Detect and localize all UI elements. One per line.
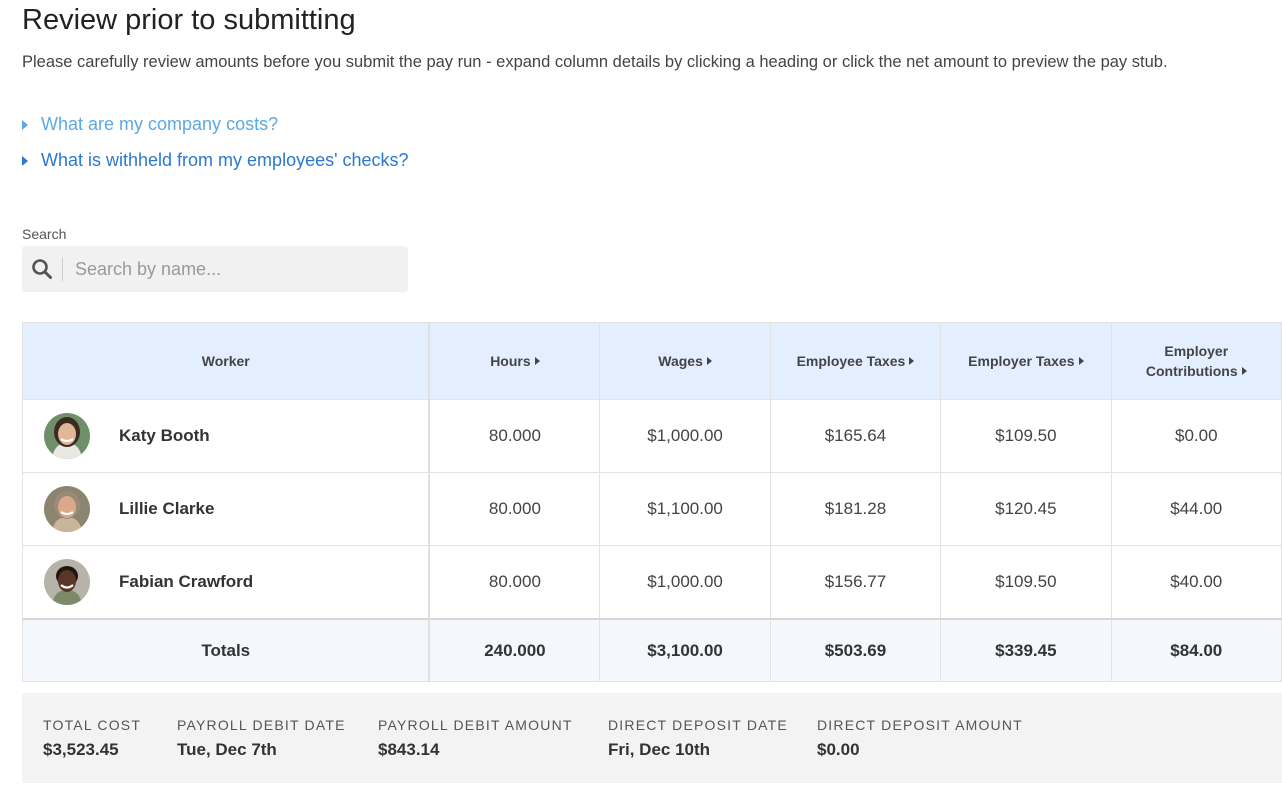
summary-payroll-debit-amount: PAYROLL DEBIT AMOUNT $843.14: [378, 717, 573, 760]
worker-cell: Lillie Clarke: [22, 472, 431, 546]
hours-cell: 80.000: [428, 399, 601, 473]
company-costs-link[interactable]: What are my company costs?: [41, 114, 278, 135]
worker-name: Lillie Clarke: [119, 499, 215, 518]
header-hours[interactable]: Hours: [428, 322, 601, 400]
search-box[interactable]: [22, 246, 408, 292]
expand-caret-icon: [1078, 357, 1084, 365]
search-label: Search: [22, 226, 67, 242]
pay-run-table: Worker Hours Wages Employee Taxes Employ…: [22, 322, 1282, 682]
summary-direct-deposit-date: DIRECT DEPOSIT DATE Fri, Dec 10th: [608, 717, 788, 760]
header-worker: Worker: [22, 322, 431, 400]
header-employee-taxes[interactable]: Employee Taxes: [769, 322, 942, 400]
totals-label: Totals: [22, 618, 431, 682]
search-icon: [22, 257, 63, 281]
employee-taxes-cell: $181.28: [769, 472, 942, 546]
total-cost-label: TOTAL COST: [43, 717, 142, 733]
wages-cell: $1,000.00: [599, 399, 771, 473]
header-employer-contributions[interactable]: Employer Contributions: [1110, 322, 1282, 400]
expand-caret-icon: [1241, 367, 1247, 375]
employer-taxes-cell: $120.45: [940, 472, 1112, 546]
worker-name: Fabian Crawford: [119, 572, 254, 591]
totals-hours: 240.000: [428, 618, 601, 682]
header-hours-label: Hours: [490, 353, 531, 369]
table-row: Fabian Crawford 80.000 $1,000.00 $156.77…: [22, 545, 1282, 620]
avatar: [44, 486, 90, 532]
search-input[interactable]: [73, 257, 397, 281]
totals-wages: $3,100.00: [599, 618, 771, 682]
wages-cell: $1,000.00: [599, 545, 771, 620]
expand-caret-icon: [534, 357, 540, 365]
summary-direct-deposit-amount: DIRECT DEPOSIT AMOUNT $0.00: [817, 717, 1023, 760]
caret-right-icon: [22, 119, 28, 130]
page-subtitle: Please carefully review amounts before y…: [22, 53, 1168, 71]
worker-name: Katy Booth: [119, 426, 210, 445]
payroll-debit-date-label: PAYROLL DEBIT DATE: [177, 717, 346, 733]
header-employer-contributions-label: Contributions: [1145, 363, 1238, 379]
hours-cell: 80.000: [428, 545, 601, 620]
header-employer-taxes-label: Employer Taxes: [968, 353, 1075, 369]
summary-total-cost: TOTAL COST $3,523.45: [43, 717, 141, 760]
employer-contributions-cell: $44.00: [1110, 472, 1282, 546]
header-employer-contributions-label: Employer: [1164, 343, 1229, 359]
direct-deposit-date-label: DIRECT DEPOSIT DATE: [608, 717, 788, 733]
withheld-disclosure[interactable]: What is withheld from my employees' chec…: [22, 150, 409, 171]
payroll-debit-date-value: Tue, Dec 7th: [177, 740, 277, 759]
page-title: Review prior to submitting: [22, 4, 356, 36]
avatar: [44, 413, 90, 459]
totals-employer-taxes: $339.45: [940, 618, 1112, 682]
table-header-row: Worker Hours Wages Employee Taxes Employ…: [22, 322, 1282, 400]
employer-taxes-cell: $109.50: [940, 545, 1112, 620]
employee-taxes-cell: $156.77: [769, 545, 942, 620]
employer-contributions-cell: $40.00: [1110, 545, 1282, 620]
total-cost-value: $3,523.45: [43, 740, 119, 759]
hours-cell: 80.000: [428, 472, 601, 546]
table-row: Katy Booth 80.000 $1,000.00 $165.64 $109…: [22, 399, 1282, 473]
avatar: [44, 559, 90, 605]
header-employer-taxes[interactable]: Employer Taxes: [940, 322, 1112, 400]
totals-row: Totals 240.000 $3,100.00 $503.69 $339.45…: [22, 618, 1282, 682]
wages-cell: $1,100.00: [599, 472, 771, 546]
header-worker-label: Worker: [201, 353, 250, 369]
direct-deposit-date-value: Fri, Dec 10th: [608, 740, 711, 759]
employer-contributions-cell: $0.00: [1110, 399, 1282, 473]
payroll-debit-amount-label: PAYROLL DEBIT AMOUNT: [378, 717, 573, 733]
employee-taxes-cell: $165.64: [769, 399, 942, 473]
payroll-summary: TOTAL COST $3,523.45 PAYROLL DEBIT DATE …: [22, 693, 1282, 783]
header-wages[interactable]: Wages: [599, 322, 771, 400]
table-row: Lillie Clarke 80.000 $1,100.00 $181.28 $…: [22, 472, 1282, 546]
expand-caret-icon: [706, 357, 712, 365]
withheld-link[interactable]: What is withheld from my employees' chec…: [41, 150, 409, 171]
totals-employer-contributions: $84.00: [1110, 618, 1282, 682]
caret-right-icon: [22, 155, 28, 166]
worker-cell: Fabian Crawford: [22, 545, 431, 620]
summary-payroll-debit-date: PAYROLL DEBIT DATE Tue, Dec 7th: [177, 717, 346, 760]
header-wages-label: Wages: [658, 353, 703, 369]
totals-employee-taxes: $503.69: [769, 618, 942, 682]
employer-taxes-cell: $109.50: [940, 399, 1112, 473]
direct-deposit-amount-value: $0.00: [817, 740, 860, 759]
company-costs-disclosure[interactable]: What are my company costs?: [22, 114, 278, 135]
direct-deposit-amount-label: DIRECT DEPOSIT AMOUNT: [817, 717, 1023, 733]
payroll-debit-amount-value: $843.14: [378, 740, 440, 759]
worker-cell: Katy Booth: [22, 399, 431, 473]
header-employee-taxes-label: Employee Taxes: [796, 353, 906, 369]
expand-caret-icon: [909, 357, 915, 365]
